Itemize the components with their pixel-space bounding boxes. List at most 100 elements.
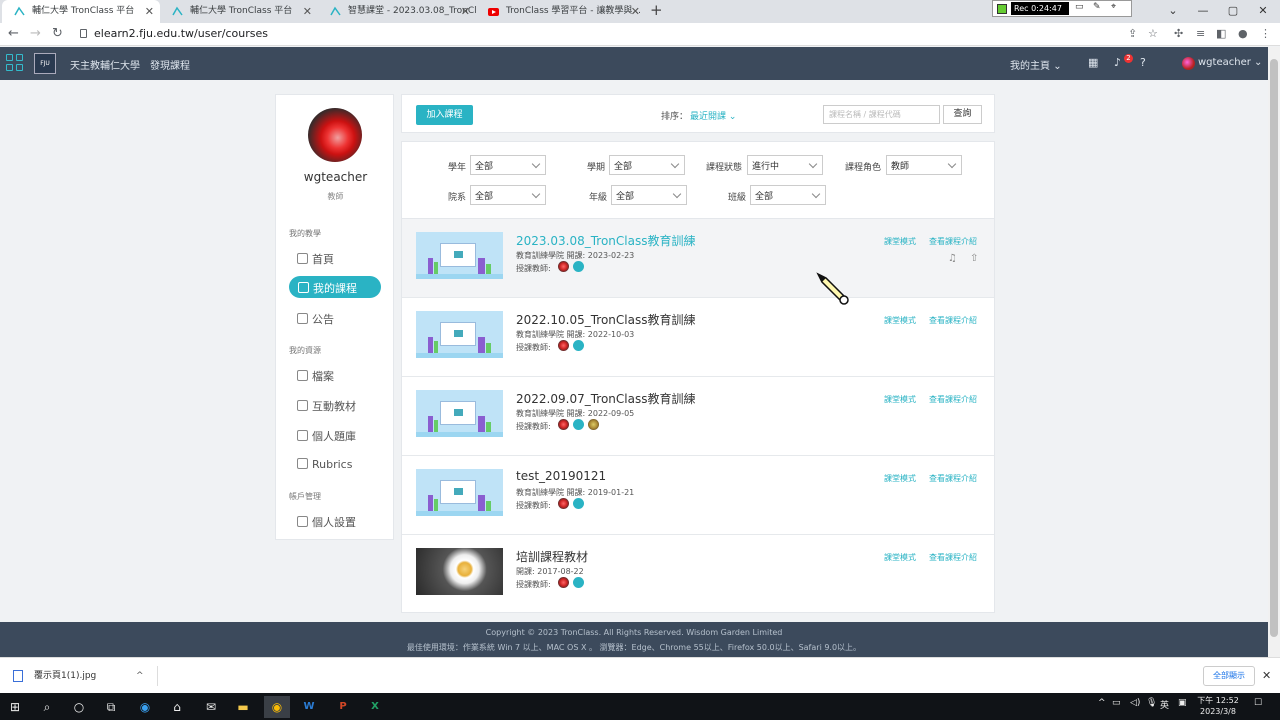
tray-up-icon[interactable]: ^ — [1098, 698, 1106, 708]
classroom-mode-link[interactable]: 課堂模式 — [884, 236, 916, 247]
classroom-mode-link[interactable]: 課堂模式 — [884, 315, 916, 326]
view-intro-link[interactable]: 查看課程介紹 — [929, 236, 977, 247]
pin-top-icon[interactable]: ⇧ — [970, 253, 978, 264]
class-select[interactable]: 全部 — [750, 185, 826, 205]
my-home-dropdown[interactable]: 我的主頁 ⌄ — [1010, 57, 1062, 72]
course-card[interactable]: 2022.09.07_TronClass教育訓練 教育訓練學院 開課: 2022… — [402, 377, 994, 456]
browser-tab[interactable]: 輔仁大學 TronClass 平台 ✕ — [2, 0, 160, 23]
pen-icon[interactable]: ✎ — [1093, 2, 1101, 12]
avatar[interactable] — [573, 419, 584, 430]
course-title[interactable]: 培訓課程教材 — [516, 548, 588, 565]
chrome-menu-icon[interactable]: ⋮ — [1260, 27, 1271, 40]
avatar[interactable] — [558, 498, 569, 509]
search-icon[interactable]: ⌕ — [34, 696, 60, 718]
profile-avatar[interactable] — [308, 108, 362, 162]
classroom-mode-link[interactable]: 課堂模式 — [884, 552, 916, 563]
sidebar-item-files[interactable]: 檔案 — [297, 368, 334, 384]
avatar[interactable] — [558, 419, 569, 430]
cursor-icon[interactable]: ⌖ — [1111, 2, 1116, 12]
avatar[interactable] — [573, 261, 584, 272]
extensions-icon[interactable]: ✣ — [1174, 27, 1183, 40]
classroom-mode-link[interactable]: 課堂模式 — [884, 473, 916, 484]
bookmark-star-icon[interactable]: ☆ — [1148, 27, 1158, 40]
course-thumbnail[interactable] — [416, 311, 503, 358]
bell-icon[interactable]: ♪ — [1114, 56, 1121, 69]
view-intro-link[interactable]: 查看課程介紹 — [929, 552, 977, 563]
view-intro-link[interactable]: 查看課程介紹 — [929, 315, 977, 326]
close-icon[interactable]: ✕ — [145, 0, 154, 23]
excel-icon[interactable]: X — [362, 696, 388, 718]
tab-search-icon[interactable]: ⌄ — [1158, 0, 1188, 23]
course-thumbnail[interactable] — [416, 469, 503, 516]
avatar[interactable] — [588, 419, 599, 430]
course-thumbnail[interactable] — [416, 548, 503, 595]
record-status-icon[interactable] — [997, 4, 1007, 14]
course-status-select[interactable]: 進行中 — [747, 155, 823, 175]
course-card[interactable]: test_20190121 教育訓練學院 開課: 2019-01-21 授課教師… — [402, 456, 994, 535]
sort-dropdown[interactable]: 最近開課 ⌄ — [690, 109, 736, 122]
edge-icon[interactable]: ◉ — [132, 696, 158, 718]
cortana-icon[interactable]: ○ — [66, 696, 92, 718]
chrome-icon[interactable]: ◉ — [264, 696, 290, 718]
monitor-icon[interactable]: ▭ — [1075, 2, 1084, 12]
browser-tab[interactable]: TronClass 學習平台 - 讓教學與... ✕ — [476, 0, 646, 23]
add-course-button[interactable]: 加入課程 — [416, 105, 473, 125]
back-icon[interactable]: ← — [8, 26, 19, 41]
sidebar-item-my-courses[interactable]: 我的課程 — [289, 276, 381, 298]
volume-icon[interactable]: ◁) — [1130, 698, 1140, 708]
avatar[interactable] — [573, 340, 584, 351]
page-scrollbar[interactable] — [1268, 47, 1280, 657]
avatar[interactable] — [1182, 57, 1195, 70]
semester-select[interactable]: 全部 — [609, 155, 685, 175]
discover-courses-link[interactable]: 發現課程 — [150, 57, 190, 72]
avatar[interactable] — [558, 577, 569, 588]
search-button[interactable]: 查詢 — [943, 105, 982, 124]
sidebar-item-rubrics[interactable]: Rubrics — [297, 458, 352, 471]
reload-icon[interactable]: ↻ — [52, 26, 63, 41]
restore-icon[interactable]: ▢ — [1218, 0, 1248, 23]
course-title[interactable]: test_20190121 — [516, 469, 606, 483]
course-thumbnail[interactable] — [416, 232, 503, 279]
sidebar-item-question-bank[interactable]: 個人題庫 — [297, 428, 356, 444]
store-icon[interactable]: ⌂ — [164, 696, 190, 718]
forward-icon[interactable]: → — [30, 26, 41, 41]
department-select[interactable]: 全部 — [470, 185, 546, 205]
network-icon[interactable]: ▭ — [1112, 698, 1121, 708]
avatar[interactable] — [573, 498, 584, 509]
file-explorer-icon[interactable]: ▬ — [230, 696, 256, 718]
user-menu[interactable]: wgteacher ⌄ — [1198, 57, 1262, 68]
course-title[interactable]: 2023.03.08_TronClass教育訓練 — [516, 232, 695, 249]
word-icon[interactable]: W — [296, 696, 322, 718]
chevron-up-icon[interactable]: ^ — [136, 666, 144, 686]
windows-start-icon[interactable]: ⊞ — [2, 696, 28, 718]
close-icon[interactable]: ✕ — [631, 0, 640, 23]
minimize-icon[interactable]: — — [1188, 0, 1218, 23]
powerpoint-icon[interactable]: P — [330, 696, 356, 718]
course-title[interactable]: 2022.09.07_TronClass教育訓練 — [516, 390, 695, 407]
side-panel-icon[interactable]: ◧ — [1216, 27, 1226, 40]
app-menu-icon[interactable] — [6, 54, 24, 72]
avatar[interactable] — [573, 577, 584, 588]
sidebar-item-announcements[interactable]: 公告 — [297, 311, 334, 327]
calendar-icon[interactable]: ▦ — [1088, 56, 1098, 69]
close-icon[interactable]: ✕ — [1262, 669, 1271, 682]
view-intro-link[interactable]: 查看課程介紹 — [929, 473, 977, 484]
bell-icon[interactable]: ♫ — [948, 253, 957, 264]
course-title[interactable]: 2022.10.05_TronClass教育訓練 — [516, 311, 695, 328]
browser-tab[interactable]: 智慧課堂 - 2023.03.08_TronCla ✕ — [318, 0, 476, 23]
sidebar-item-home[interactable]: 首頁 — [297, 251, 334, 267]
close-icon[interactable]: ✕ — [303, 0, 312, 23]
browser-tab[interactable]: 輔仁大學 TronClass 平台 ✕ — [160, 0, 318, 23]
notification-center-icon[interactable]: ☐ — [1254, 698, 1262, 708]
ime-indicator[interactable]: 英 — [1160, 698, 1169, 711]
close-icon[interactable]: ✕ — [461, 0, 470, 23]
window-close-icon[interactable]: ✕ — [1248, 0, 1278, 23]
help-icon[interactable]: ? — [1140, 56, 1146, 69]
mail-icon[interactable]: ✉ — [198, 696, 224, 718]
course-role-select[interactable]: 教師 — [886, 155, 962, 175]
university-logo[interactable]: FJU — [34, 53, 56, 74]
taskbar-clock[interactable]: 下午 12:52 2023/3/8 — [1194, 695, 1242, 717]
view-intro-link[interactable]: 查看課程介紹 — [929, 394, 977, 405]
scrollbar-thumb[interactable] — [1270, 59, 1278, 637]
url-field[interactable]: elearn2.fju.edu.tw/user/courses — [94, 27, 268, 40]
